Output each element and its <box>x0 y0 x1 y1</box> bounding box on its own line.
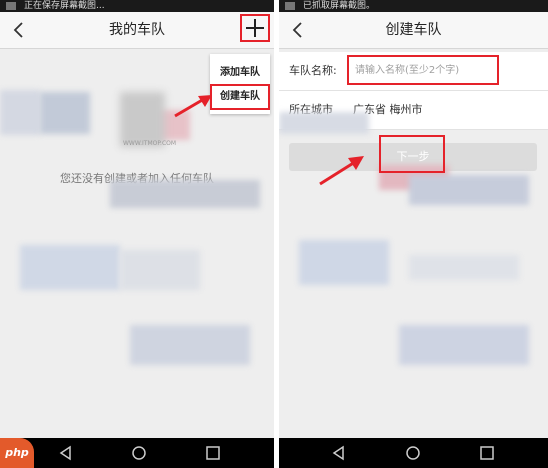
blurred-block <box>40 92 90 134</box>
add-fleet-button[interactable] <box>240 14 270 42</box>
nav-home-icon[interactable] <box>405 445 421 461</box>
my-fleet-screen: 正在保存屏幕截图... 我的车队 WWW.ITMOP.COM 您还没有创建或者加… <box>0 0 274 468</box>
blurred-block <box>20 245 120 290</box>
nav-back-icon[interactable] <box>331 445 347 461</box>
menu-item-add-fleet[interactable]: 添加车队 <box>210 60 270 86</box>
status-text: 正在保存屏幕截图... <box>24 1 105 11</box>
blurred-block <box>279 112 369 134</box>
blurred-block <box>120 250 200 290</box>
plus-icon <box>246 19 264 37</box>
fleet-name-label: 车队名称: <box>289 64 337 77</box>
create-fleet-screen: 已抓取屏幕截图。 创建车队 车队名称: 所在城市广东省 梅州市 下一步 <box>279 0 548 468</box>
blurred-block <box>130 325 250 365</box>
page-title: 创建车队 <box>385 22 442 38</box>
blurred-block <box>409 175 529 205</box>
blurred-block <box>0 90 40 135</box>
red-arrow-icon <box>319 156 364 186</box>
avatar-text: WWW.ITMOP.COM <box>123 140 177 147</box>
nav-recents-icon[interactable] <box>479 445 495 461</box>
blurred-block <box>399 325 529 365</box>
system-nav-bar <box>279 438 548 468</box>
title-bar: 创建车队 <box>279 12 548 49</box>
avatar <box>120 92 165 147</box>
status-bar: 正在保存屏幕截图... <box>0 0 274 12</box>
nav-back-icon[interactable] <box>58 445 74 461</box>
php-watermark: php <box>0 438 34 468</box>
nav-home-icon[interactable] <box>131 445 147 461</box>
system-nav-bar <box>0 438 274 468</box>
dropdown-menu: 添加车队 创建车队 <box>210 54 270 114</box>
page-title: 我的车队 <box>109 22 165 38</box>
status-text: 已抓取屏幕截图。 <box>303 1 376 11</box>
blurred-block <box>299 240 389 285</box>
status-bar: 已抓取屏幕截图。 <box>279 0 548 12</box>
nav-recents-icon[interactable] <box>205 445 221 461</box>
blurred-block <box>409 255 519 280</box>
notification-icon <box>6 1 16 10</box>
title-bar: 我的车队 <box>0 12 274 49</box>
red-arrow-icon <box>174 95 212 118</box>
notification-icon <box>285 1 295 10</box>
fleet-name-input[interactable] <box>347 55 499 85</box>
blurred-block <box>110 180 260 208</box>
next-button-highlight <box>379 135 445 173</box>
menu-item-create-fleet[interactable]: 创建车队 <box>210 84 270 110</box>
